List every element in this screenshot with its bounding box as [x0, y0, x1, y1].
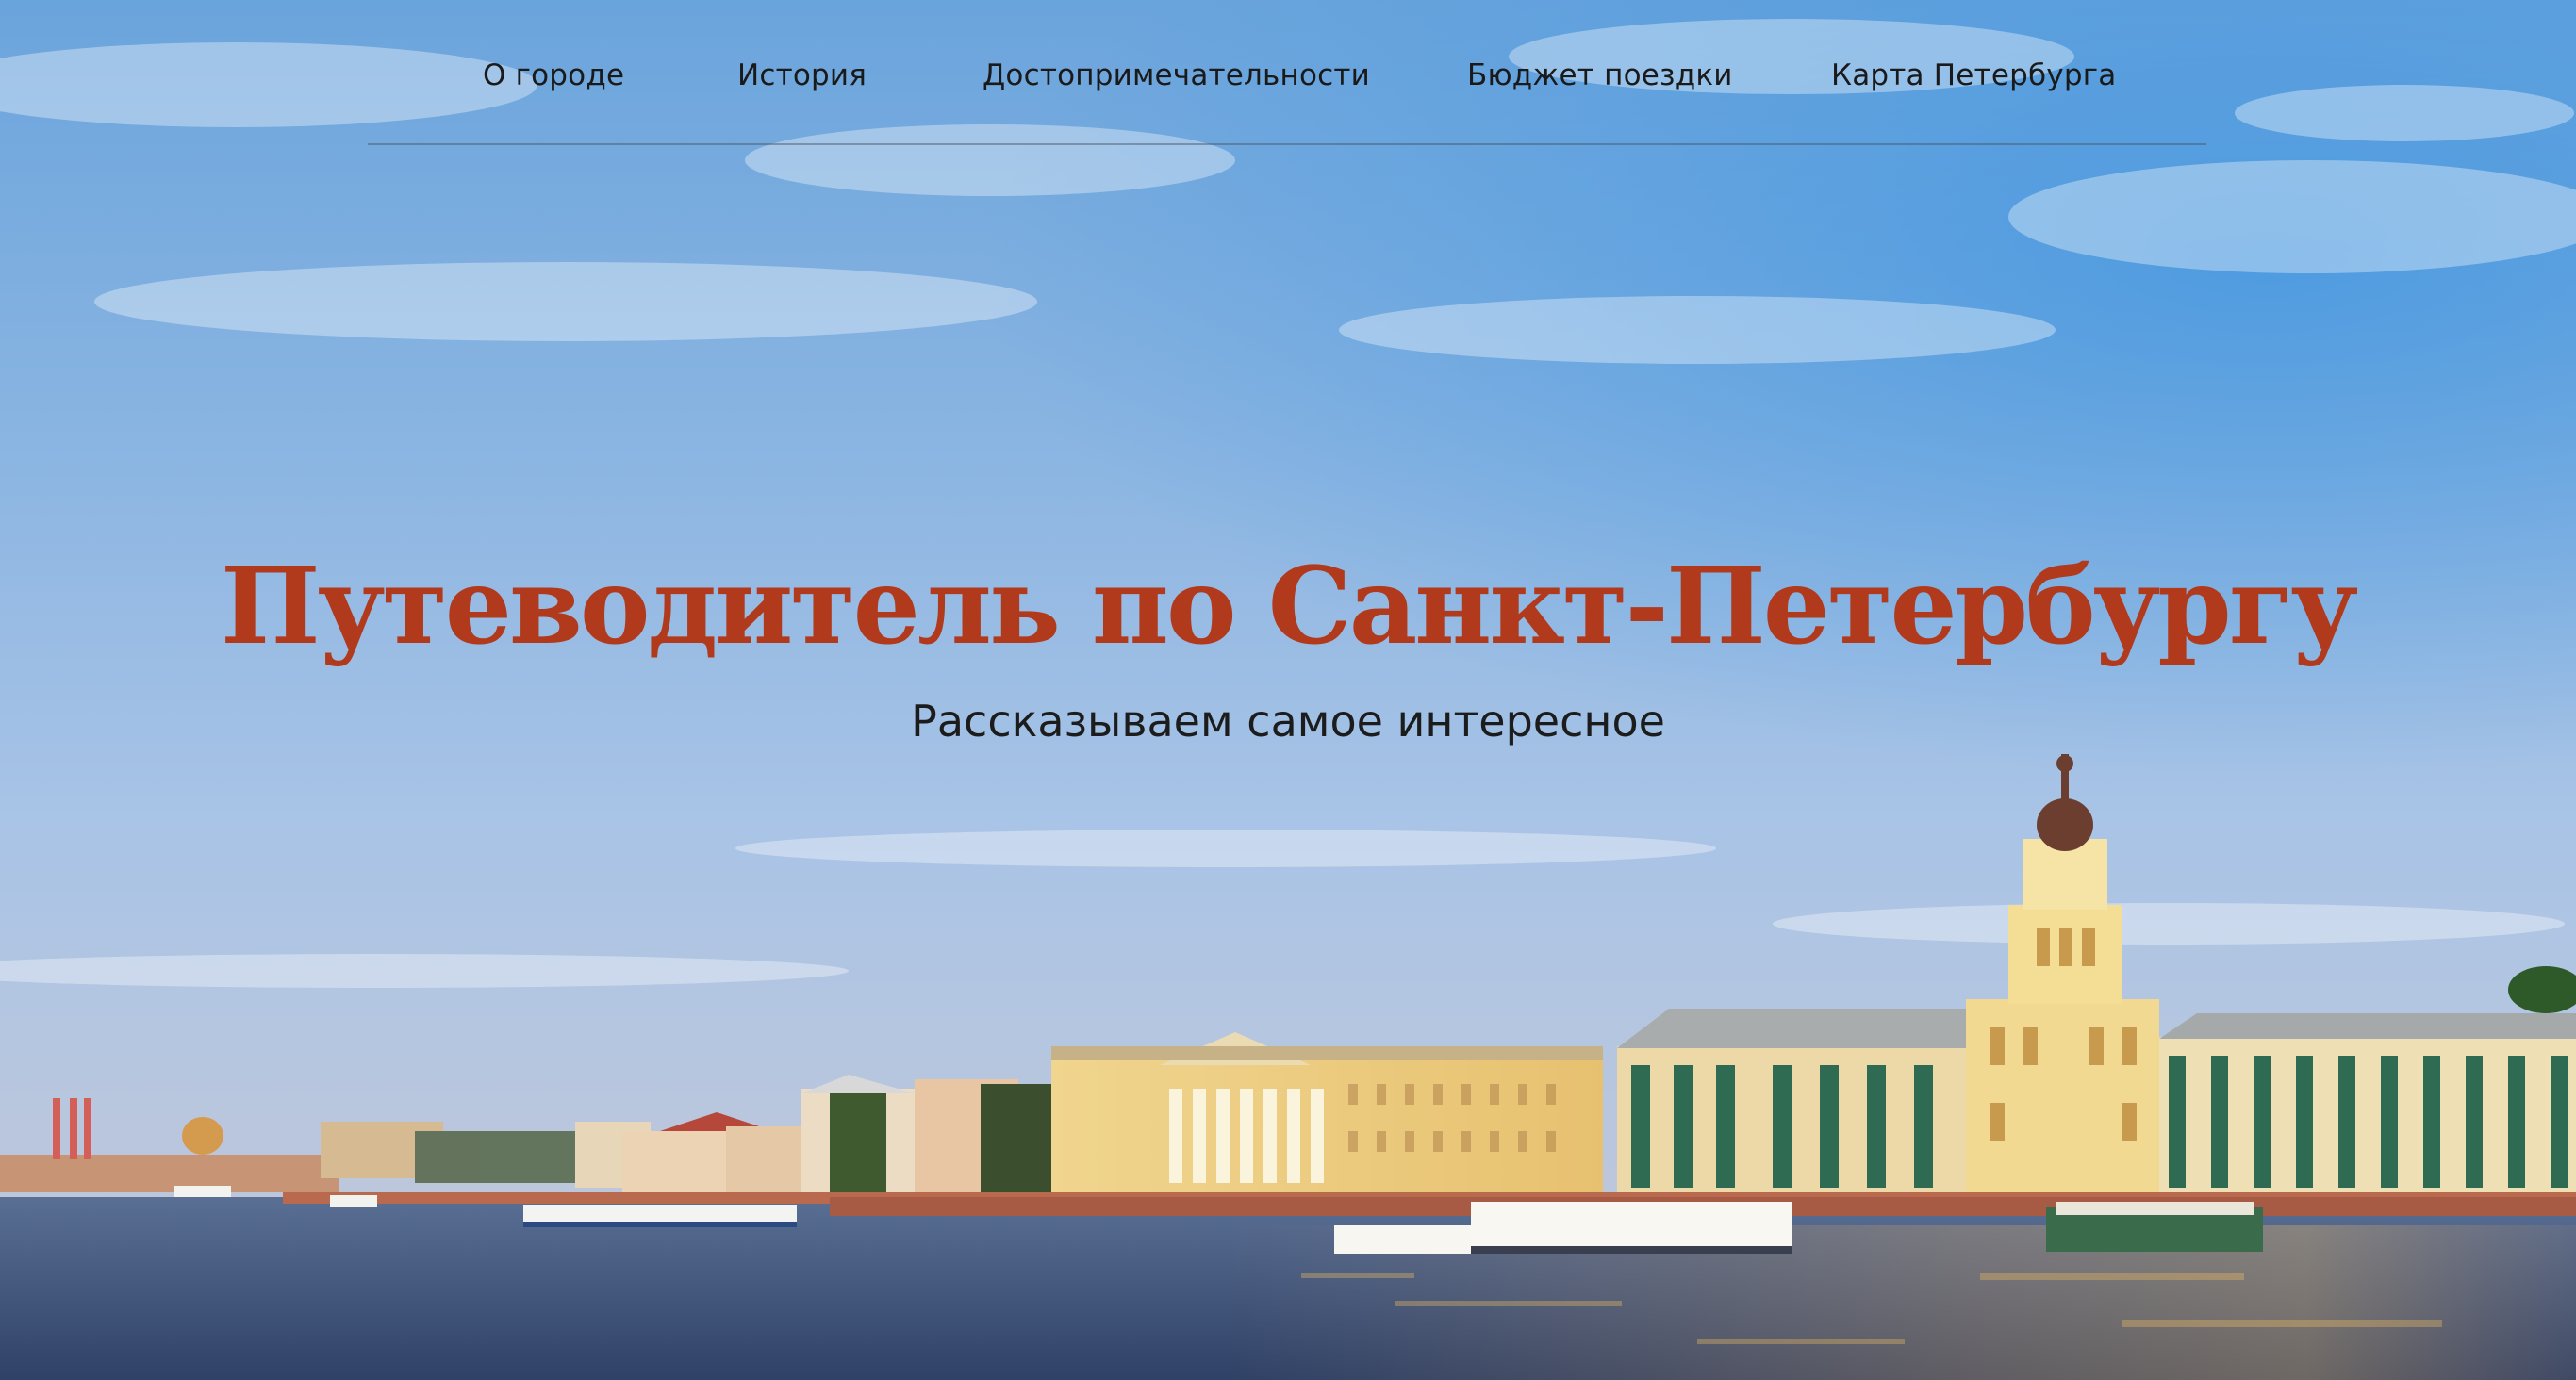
page-title: Путеводитель по Санкт-Петербургу	[220, 545, 2358, 668]
nav-item-attractions[interactable]: Достопримечательности	[983, 58, 1370, 92]
hero-section: О городе История Достопримечательности Б…	[0, 0, 2576, 1380]
top-navigation: О городе История Достопримечательности Б…	[368, 0, 2206, 145]
nav-item-city-map[interactable]: Карта Петербурга	[1831, 58, 2116, 92]
nav-item-about-city[interactable]: О городе	[483, 58, 624, 92]
page-subtitle: Рассказываем самое интересное	[911, 696, 1665, 747]
nav-item-trip-budget[interactable]: Бюджет поездки	[1467, 58, 1733, 92]
hero-background-image	[0, 0, 2576, 1380]
nav-item-history[interactable]: История	[737, 58, 867, 92]
